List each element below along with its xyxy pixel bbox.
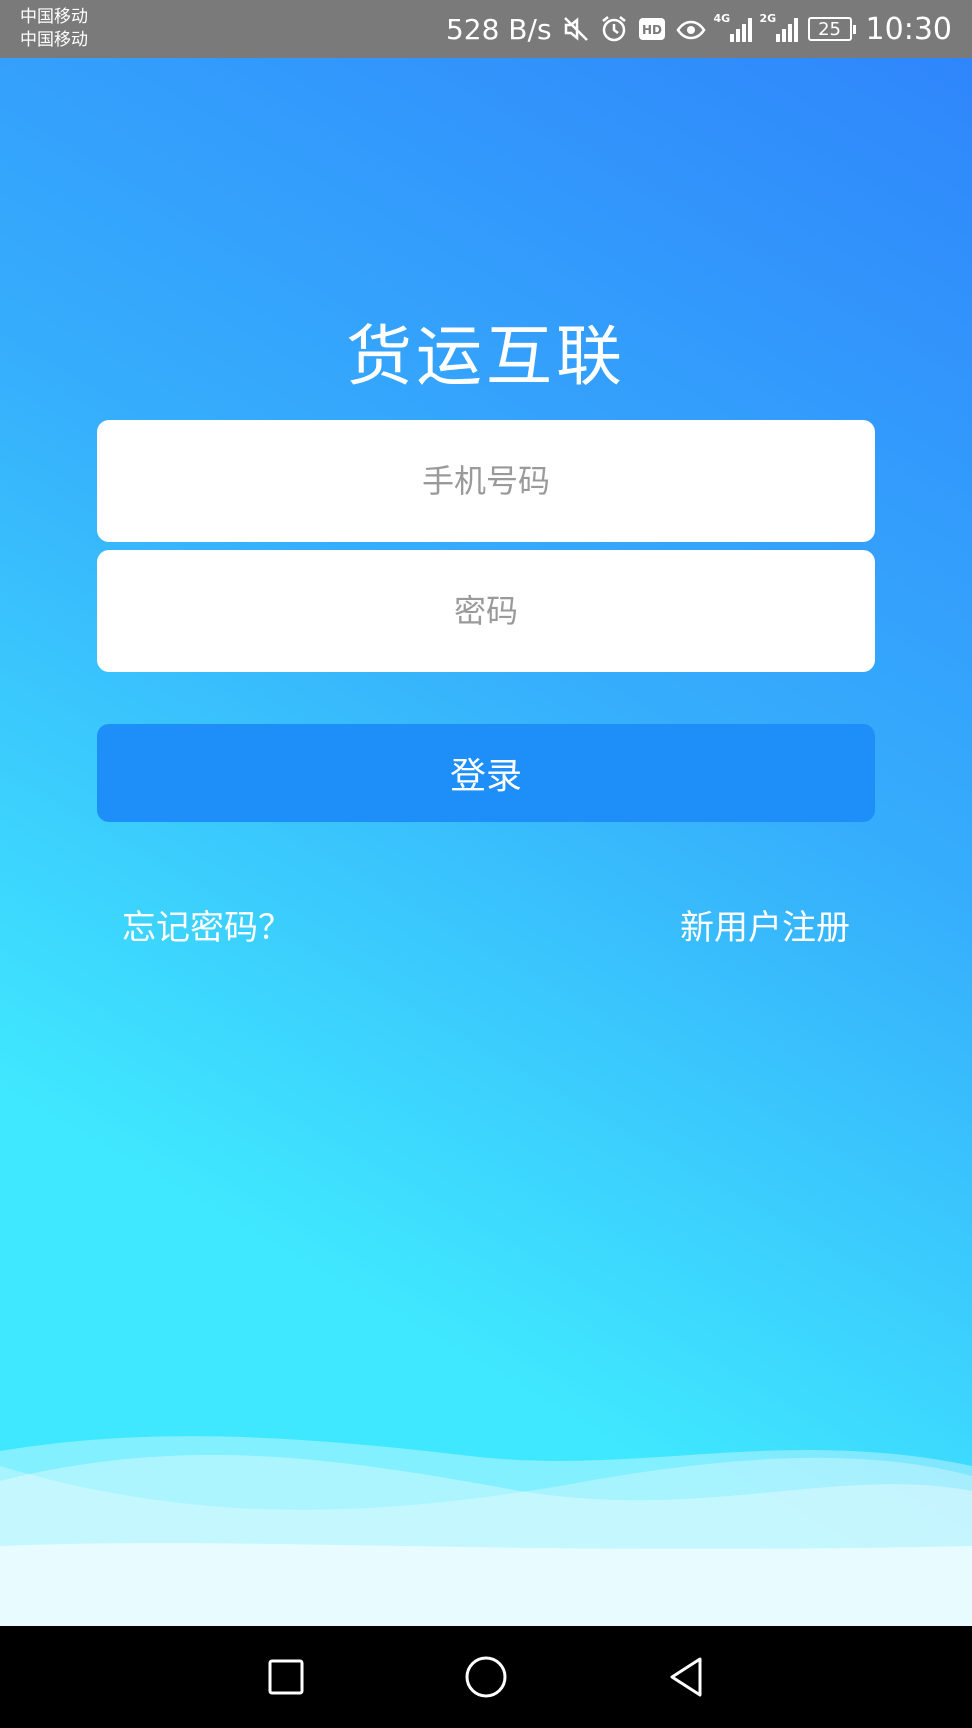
hd-icon: HD [638, 16, 666, 42]
wave-decoration [0, 1436, 972, 1626]
status-bar: 中国移动 中国移动 528 B/s HD 4G 2G 25 10:30 [0, 0, 972, 58]
login-button[interactable]: 登录 [97, 724, 875, 822]
signal-2g-icon: 2G [760, 12, 798, 42]
login-screen: 货运互联 登录 忘记密码？ 新用户注册 [0, 58, 972, 1626]
recent-apps-icon[interactable] [261, 1652, 311, 1702]
navigation-bar [0, 1626, 972, 1728]
carrier-label-2: 中国移动 [20, 30, 88, 50]
login-button-label: 登录 [449, 756, 522, 797]
back-icon[interactable] [661, 1652, 711, 1702]
battery-icon: 25 [807, 17, 856, 41]
alarm-icon [600, 15, 628, 43]
register-link[interactable]: 新用户注册 [680, 900, 850, 949]
home-icon[interactable] [461, 1652, 511, 1702]
mute-icon [562, 15, 590, 43]
svg-text:HD: HD [642, 23, 662, 37]
battery-level: 25 [818, 18, 841, 40]
carrier-info: 中国移动 中国移动 [20, 6, 88, 52]
eye-comfort-icon [676, 17, 706, 41]
password-input[interactable] [97, 550, 875, 672]
network-speed: 528 B/s [445, 12, 552, 46]
status-icons: 528 B/s HD 4G 2G 25 10:30 [446, 0, 952, 58]
app-title: 货运互联 [346, 318, 626, 395]
signal-4g-label: 4G [713, 12, 731, 25]
signal-2g-label: 2G [759, 12, 777, 25]
forgot-password-link[interactable]: 忘记密码？ [122, 900, 292, 949]
clock: 10:30 [865, 11, 952, 47]
carrier-label-1: 中国移动 [20, 7, 88, 27]
signal-4g-icon: 4G [714, 12, 752, 42]
phone-number-input[interactable] [97, 420, 875, 542]
